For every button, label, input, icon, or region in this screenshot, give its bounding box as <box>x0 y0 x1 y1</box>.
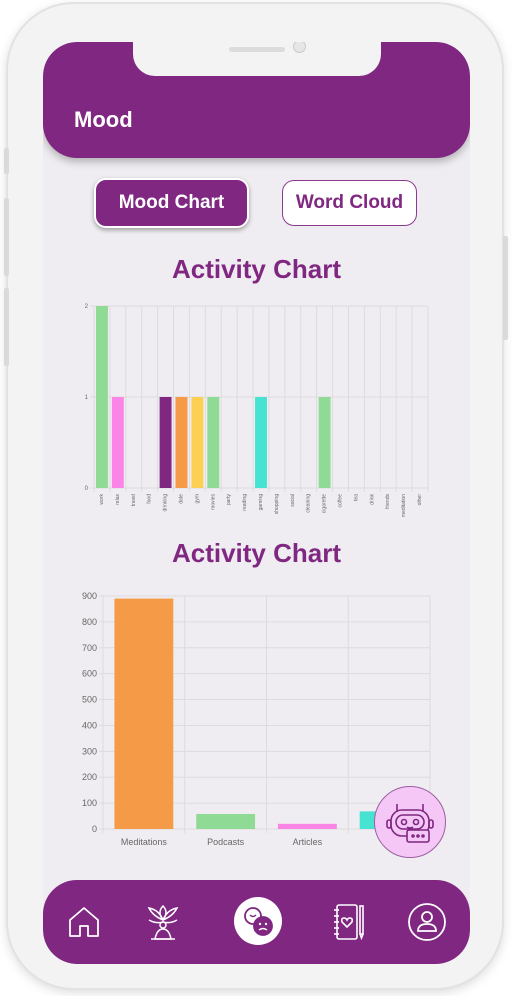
x-tick-label: reading <box>242 494 248 511</box>
nav-profile[interactable] <box>405 900 449 944</box>
chatbot-icon <box>386 804 434 843</box>
x-tick-label: gym <box>194 494 200 503</box>
speaker <box>229 47 285 52</box>
x-tick-label: social <box>290 494 296 507</box>
y-tick-label: 0 <box>92 824 97 834</box>
x-tick-label: date <box>178 494 184 504</box>
x-tick-label: Articles <box>293 837 323 847</box>
side-button <box>4 148 9 174</box>
x-tick-label: coffee <box>338 494 344 508</box>
bar <box>95 306 108 488</box>
x-tick-label: food <box>147 494 153 504</box>
tab-word-cloud[interactable]: Word Cloud <box>282 180 417 226</box>
app-header: Mood <box>43 42 470 158</box>
chart-title: Activity Chart <box>171 254 342 284</box>
bar <box>114 598 174 829</box>
bar <box>175 397 188 488</box>
y-tick-label: 2 <box>85 304 89 310</box>
bar <box>255 397 267 488</box>
y-tick-label: 200 <box>82 772 97 782</box>
mood-icon <box>244 907 273 936</box>
side-button <box>4 288 9 366</box>
nav-meditation[interactable] <box>141 900 185 944</box>
x-tick-label: party <box>226 494 232 506</box>
bar <box>318 397 331 488</box>
bottom-nav <box>43 880 470 964</box>
bar <box>207 397 220 488</box>
x-tick-label: work <box>99 494 105 505</box>
bar <box>111 397 124 488</box>
x-tick-label: Meditations <box>121 837 168 847</box>
lotus-icon <box>147 904 179 940</box>
x-tick-label: friends <box>385 494 391 510</box>
y-tick-label: 300 <box>82 746 97 756</box>
bar <box>277 823 337 829</box>
x-tick-label: movies <box>210 494 216 510</box>
x-tick-label: other <box>417 494 423 506</box>
journal-icon <box>334 904 364 941</box>
profile-icon <box>408 903 446 941</box>
x-tick-label: meditation <box>401 494 407 517</box>
x-tick-label: cleaning <box>306 494 312 513</box>
y-tick-label: 400 <box>82 720 97 730</box>
activity-chart: 0 1 2 work relax travel food drinking date gym mov… <box>85 304 429 517</box>
y-tick-label: 800 <box>82 617 97 627</box>
app-screen: Mood Mood Chart Word Cloud Activity Char… <box>43 42 470 964</box>
side-button <box>4 198 9 276</box>
nav-home[interactable] <box>62 900 106 944</box>
y-tick-label: 900 <box>82 591 97 601</box>
y-tick-label: 1 <box>85 395 89 401</box>
notch <box>133 42 381 76</box>
x-tick-label: travel <box>131 494 137 506</box>
x-tick-label: drink <box>369 494 375 505</box>
bar <box>196 813 256 829</box>
y-tick-label: 100 <box>82 798 97 808</box>
side-button <box>503 236 508 340</box>
nav-mood[interactable] <box>234 897 282 945</box>
x-tick-label: relax <box>115 494 121 505</box>
x-tick-label: Podcasts <box>207 837 245 847</box>
chatbot-button[interactable] <box>374 786 446 858</box>
y-tick-label: 700 <box>82 643 97 653</box>
chart-title: Activity Chart <box>171 538 342 568</box>
y-tick-label: 600 <box>82 669 97 679</box>
x-tick-label: gaming <box>258 494 264 511</box>
tab-mood-chart[interactable]: Mood Chart <box>94 178 249 228</box>
x-tick-label: cigarette <box>322 494 328 513</box>
x-tick-label: tea <box>353 494 359 501</box>
x-tick-label: drinking <box>163 494 169 512</box>
y-tick-label: 500 <box>82 695 97 705</box>
x-tick-label: shopping <box>274 494 280 515</box>
page-title: Mood <box>74 107 133 132</box>
bar <box>191 397 204 488</box>
nav-journal[interactable] <box>326 900 370 944</box>
bar <box>159 397 172 488</box>
camera <box>293 42 306 53</box>
y-tick-label: 0 <box>85 486 89 492</box>
home-icon <box>69 907 99 937</box>
